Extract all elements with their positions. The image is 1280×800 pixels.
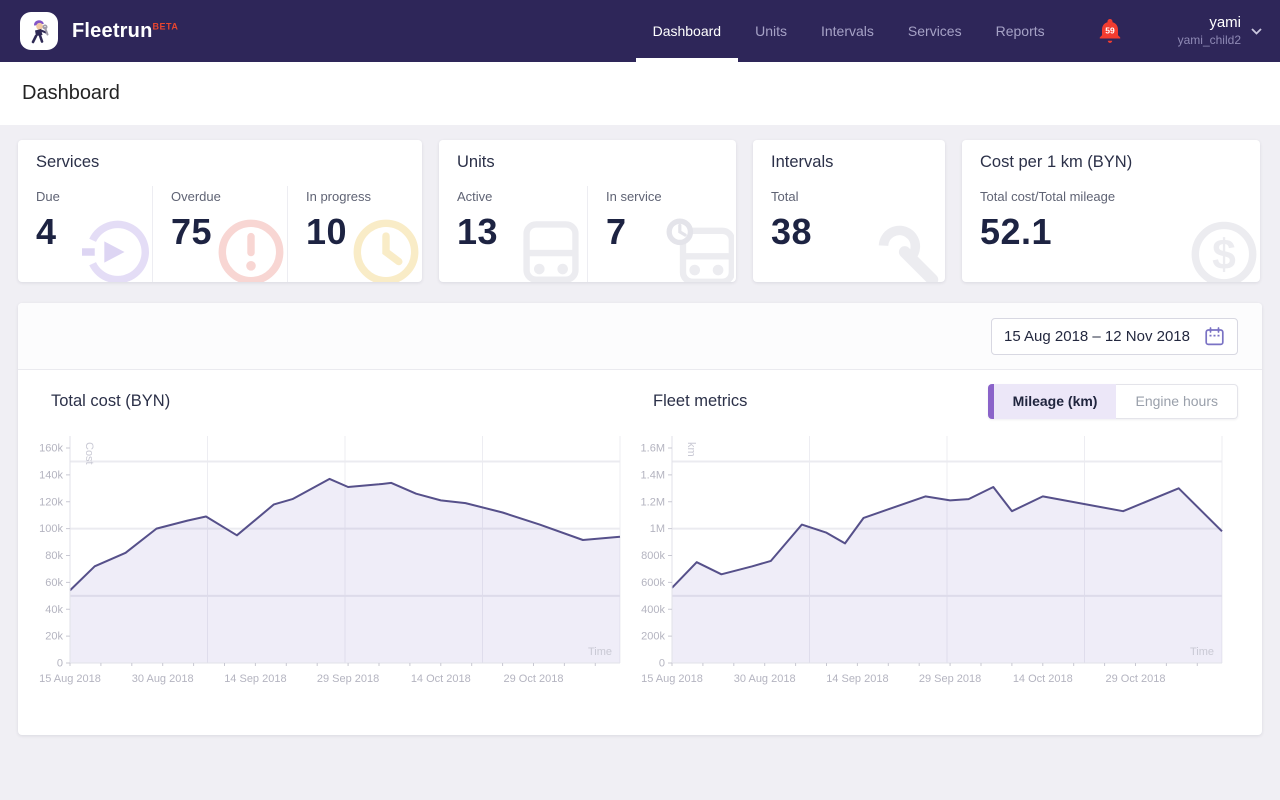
svg-text:60k: 60k	[45, 577, 63, 589]
card-title: Services	[36, 153, 422, 172]
metric-in-service: In service 7	[587, 186, 736, 282]
stat-card-services: Services Due 4 Overdue 75 In progress 10	[18, 140, 422, 282]
total-cost-chart-block: Total cost (BYN) 0 20k 40k 60k 80k 100k 120k 14…	[38, 380, 640, 699]
metric-label: Overdue	[171, 189, 287, 204]
stat-card-units: Units Active 13 In service 7	[439, 140, 736, 282]
svg-text:km: km	[685, 442, 697, 457]
svg-text:20k: 20k	[45, 631, 63, 643]
fleet-metric-toggle: Mileage (km)Engine hours	[988, 384, 1238, 419]
metric-value: 52.1	[980, 211, 1260, 253]
svg-text:29 Oct 2018: 29 Oct 2018	[504, 673, 564, 685]
svg-text:100k: 100k	[39, 523, 63, 535]
svg-text:1.4M: 1.4M	[641, 469, 665, 481]
fleet-metrics-chart: 0 200k 400k 600k 800k 1M 1.2M 1.4M 1.6M 15 Aug 20…	[640, 422, 1242, 699]
svg-text:400k: 400k	[641, 604, 665, 616]
metric-label: In progress	[306, 189, 422, 204]
metric-value: 75	[171, 211, 287, 253]
chart-title-total-cost: Total cost (BYN)	[51, 392, 170, 411]
svg-text:29 Oct 2018: 29 Oct 2018	[1106, 673, 1166, 685]
nav-item-reports[interactable]: Reports	[979, 0, 1062, 62]
metric-value: 38	[771, 211, 945, 253]
user-menu-button[interactable]: yami yami_child2	[1178, 14, 1262, 48]
svg-text:40k: 40k	[45, 604, 63, 616]
notifications-bell-button[interactable]: 59	[1098, 18, 1122, 44]
svg-text:15 Aug 2018: 15 Aug 2018	[39, 673, 101, 685]
date-range-value: 15 Aug 2018 – 12 Nov 2018	[1004, 328, 1190, 345]
metric-overdue: Overdue 75	[152, 186, 287, 282]
svg-text:14 Sep 2018: 14 Sep 2018	[224, 673, 286, 685]
nav-item-services[interactable]: Services	[891, 0, 979, 62]
fleetrun-logo-icon	[20, 12, 58, 50]
metric-label: Due	[36, 189, 152, 204]
svg-text:160k: 160k	[39, 443, 63, 455]
toggle-mileage-km-[interactable]: Mileage (km)	[988, 384, 1117, 419]
metric-due: Due 4	[18, 186, 152, 282]
metric-value: 13	[457, 211, 587, 253]
metric-active: Active 13	[439, 186, 587, 282]
chevron-down-icon	[1251, 28, 1262, 35]
metric-label: In service	[606, 189, 736, 204]
page-title-band: Dashboard	[0, 62, 1280, 125]
svg-text:15 Aug 2018: 15 Aug 2018	[641, 673, 703, 685]
calendar-icon	[1204, 326, 1225, 347]
user-account: yami_child2	[1178, 33, 1241, 48]
svg-text:14 Sep 2018: 14 Sep 2018	[826, 673, 888, 685]
navbar: FleetrunBETA DashboardUnitsIntervalsServ…	[0, 0, 1280, 62]
card-title: Cost per 1 km (BYN)	[980, 153, 1260, 172]
chart-title-fleet-metrics: Fleet metrics	[653, 392, 747, 411]
svg-text:Time: Time	[1190, 646, 1214, 658]
svg-text:Time: Time	[588, 646, 612, 658]
fleet-metrics-chart-block: Fleet metrics Mileage (km)Engine hours 0…	[640, 380, 1242, 699]
metric-label: Total	[771, 189, 945, 204]
svg-text:0: 0	[659, 658, 665, 670]
brand-name: FleetrunBETA	[72, 20, 178, 43]
svg-text:80k: 80k	[45, 550, 63, 562]
panel-body: Total cost (BYN) 0 20k 40k 60k 80k 100k 120k 14…	[18, 370, 1262, 735]
svg-text:0: 0	[57, 658, 63, 670]
beta-badge: BETA	[153, 21, 179, 31]
stat-cards-row: Services Due 4 Overdue 75 In progress 10 Uni…	[18, 140, 1262, 282]
svg-text:800k: 800k	[641, 550, 665, 562]
svg-text:1.2M: 1.2M	[641, 496, 665, 508]
metric-total-cost-total-mileage: Total cost/Total mileage52.1 $	[962, 186, 1260, 282]
date-range-picker[interactable]: 15 Aug 2018 – 12 Nov 2018	[991, 318, 1238, 355]
panel-header: 15 Aug 2018 – 12 Nov 2018	[18, 303, 1262, 370]
card-title: Units	[457, 153, 736, 172]
card-title: Intervals	[771, 153, 945, 172]
metric-value: 4	[36, 211, 152, 253]
nav-item-dashboard[interactable]: Dashboard	[636, 0, 739, 62]
charts-panel: 15 Aug 2018 – 12 Nov 2018 Total cost (BY…	[18, 303, 1262, 735]
svg-text:29 Sep 2018: 29 Sep 2018	[317, 673, 379, 685]
nav-item-intervals[interactable]: Intervals	[804, 0, 891, 62]
svg-text:1M: 1M	[650, 523, 665, 535]
svg-text:600k: 600k	[641, 577, 665, 589]
metric-total: Total 38	[753, 186, 945, 282]
svg-text:14 Oct 2018: 14 Oct 2018	[411, 673, 471, 685]
svg-text:1.6M: 1.6M	[641, 443, 665, 455]
svg-text:14 Oct 2018: 14 Oct 2018	[1013, 673, 1073, 685]
metric-value: 10	[306, 211, 422, 253]
notifications-count: 59	[1105, 26, 1115, 36]
metric-value: 7	[606, 211, 736, 253]
metric-in-progress: In progress 10	[287, 186, 422, 282]
svg-text:120k: 120k	[39, 496, 63, 508]
svg-text:200k: 200k	[641, 631, 665, 643]
toggle-engine-hours[interactable]: Engine hours	[1116, 384, 1238, 419]
stat-card-cost-per-1-km-byn-: Cost per 1 km (BYN) Total cost/Total mile…	[962, 140, 1260, 282]
svg-text:30 Aug 2018: 30 Aug 2018	[132, 673, 194, 685]
svg-text:30 Aug 2018: 30 Aug 2018	[734, 673, 796, 685]
total-cost-chart: 0 20k 40k 60k 80k 100k 120k 140k 160k 15 Aug 2018…	[38, 422, 640, 699]
nav-item-units[interactable]: Units	[738, 0, 804, 62]
page-title: Dashboard	[22, 82, 120, 105]
svg-text:140k: 140k	[39, 469, 63, 481]
stat-card-intervals: Intervals Total 38	[753, 140, 945, 282]
metric-label: Total cost/Total mileage	[980, 189, 1260, 204]
nav-tabs: DashboardUnitsIntervalsServicesReports	[636, 0, 1062, 62]
svg-text:29 Sep 2018: 29 Sep 2018	[919, 673, 981, 685]
metric-label: Active	[457, 189, 587, 204]
user-name: yami	[1178, 14, 1241, 33]
brand: FleetrunBETA	[20, 12, 178, 50]
svg-text:Cost: Cost	[83, 442, 95, 465]
